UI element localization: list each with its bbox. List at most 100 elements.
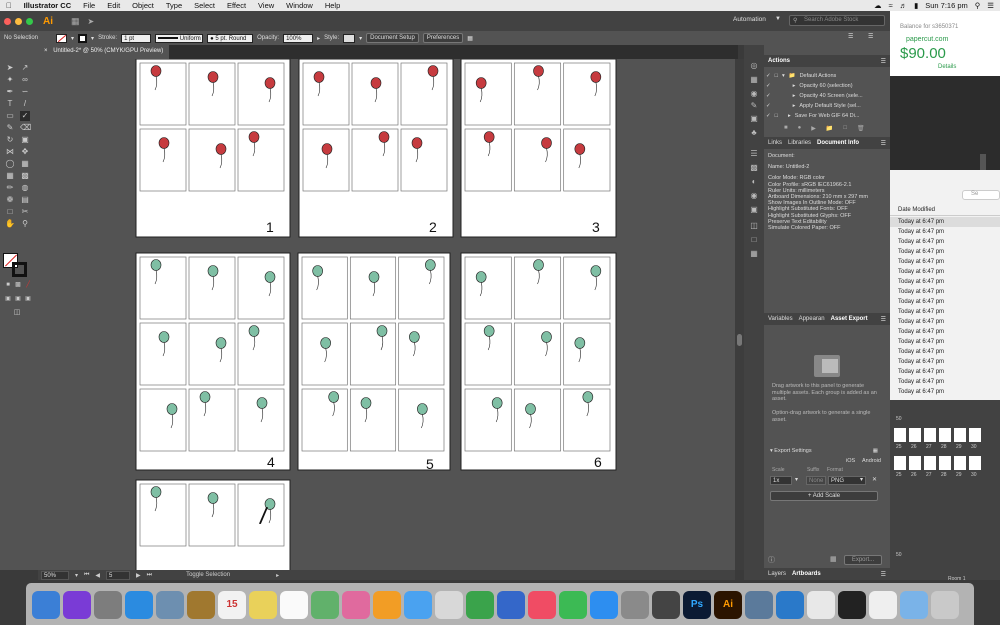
artboard-1[interactable] [135, 59, 291, 238]
none-mode-icon[interactable]: ╱ [23, 280, 33, 290]
chevron-right-icon[interactable]: ▸ [793, 93, 796, 99]
tab-libraries[interactable]: Libraries [788, 140, 811, 146]
finder-row[interactable]: Today at 6:47 pm [890, 357, 1000, 367]
app-menu[interactable]: Illustrator CC [18, 1, 78, 10]
ibooks-icon[interactable] [373, 591, 401, 619]
play-icon[interactable]: ▶ [811, 125, 816, 133]
info-icon[interactable]: ⓘ [768, 555, 775, 565]
panel-menu-icon[interactable]: ☰ [881, 58, 886, 65]
prev-artboard-icon[interactable]: ◀ [95, 572, 100, 579]
preview-icon[interactable] [156, 591, 184, 619]
check-icon[interactable]: ✓ [766, 113, 771, 119]
blend-tool-icon[interactable]: ◍ [20, 183, 30, 193]
menu-effect[interactable]: Effect [221, 1, 252, 10]
finder-row[interactable]: Today at 6:47 pm [890, 217, 1000, 227]
artboard-5[interactable] [297, 252, 451, 471]
action-row[interactable]: ✓ ▸ Opacity 60 (selection) [766, 81, 888, 90]
shape-builder-tool-icon[interactable]: ◯ [5, 159, 15, 169]
minimize-window-icon[interactable] [15, 17, 22, 25]
finder-row[interactable]: Today at 6:47 pm [890, 267, 1000, 277]
screen-icon[interactable] [838, 591, 866, 619]
photoshop-icon[interactable]: Ps [683, 591, 711, 619]
zoom-window-icon[interactable] [26, 17, 33, 25]
chevron-right-icon[interactable]: ▸ [788, 113, 791, 119]
workspace-switcher[interactable]: Automation [733, 16, 766, 23]
artboard-thumbnail[interactable] [939, 456, 951, 470]
chevron-down-icon[interactable]: ▾ [91, 35, 94, 42]
image-trace-icon[interactable]: ◉ [749, 90, 759, 98]
stroke-icon[interactable]: ☰ [749, 150, 759, 158]
check-icon[interactable]: ✓ [766, 103, 771, 109]
chevron-down-icon[interactable]: ▾ [860, 476, 863, 483]
finder-row[interactable]: Today at 6:47 pm [890, 287, 1000, 297]
artboard-thumbnail[interactable] [909, 456, 921, 470]
finder-row[interactable]: Today at 6:47 pm [890, 257, 1000, 267]
finder-row[interactable]: Today at 6:47 pm [890, 387, 1000, 397]
draw-inside-icon[interactable]: ▣ [23, 294, 33, 304]
safari-icon[interactable] [125, 591, 153, 619]
chevron-down-icon[interactable]: ▾ [782, 73, 785, 79]
chevron-right-icon[interactable]: ▸ [793, 103, 796, 109]
remove-scale-icon[interactable]: ✕ [872, 476, 877, 483]
tab-asset-export[interactable]: Asset Export [831, 316, 868, 322]
chevron-right-icon[interactable]: ▸ [317, 35, 320, 42]
menu-list-icon[interactable]: ☰ [987, 1, 994, 10]
stop-icon[interactable]: ■ [784, 125, 788, 133]
artboard-6[interactable] [460, 252, 617, 471]
chevron-down-icon[interactable]: ▾ [71, 35, 74, 42]
calendar-icon[interactable]: 15 [218, 591, 246, 619]
tab-document-info[interactable]: Document Info [817, 140, 859, 146]
artboard-tool-icon[interactable]: □ [5, 207, 15, 217]
delete-icon[interactable]: 🗑 [857, 125, 865, 133]
artboard-number-field[interactable]: 5 [106, 570, 131, 580]
canvas[interactable]: 1 2 3 4 5 6 / [38, 59, 735, 570]
chevron-down-icon[interactable]: ▾ [795, 476, 798, 483]
layers-icon[interactable]: ◫ [749, 222, 759, 230]
transparency-icon[interactable]: ◐ [749, 178, 759, 186]
variable-width-profile[interactable]: Uniform [155, 33, 204, 43]
appearance-icon[interactable]: ◉ [749, 192, 759, 200]
finder-row[interactable]: Today at 6:47 pm [890, 247, 1000, 257]
gradient-icon[interactable]: ▩ [749, 164, 759, 172]
volume-icon[interactable]: ♬ [900, 1, 908, 10]
appstore-icon[interactable] [590, 591, 618, 619]
align-icon[interactable]: ▦ [467, 35, 473, 42]
selection-tool-icon[interactable]: ➤ [5, 63, 15, 73]
dialog-toggle-icon[interactable]: □ [775, 73, 778, 79]
action-row[interactable]: ✓ ▸ Apply Default Style (sel... [766, 101, 888, 110]
search-icon[interactable]: ⚲ [975, 1, 981, 10]
export-button[interactable]: Export... [844, 555, 882, 565]
dialog-toggle-icon[interactable]: □ [775, 113, 778, 119]
panel-menu-icon[interactable]: ☰ [881, 571, 886, 578]
graphic-styles-icon[interactable]: ▣ [749, 206, 759, 214]
creative-cloud-icon[interactable]: ☁ [874, 1, 882, 10]
ios-preset[interactable]: iOS [846, 458, 855, 464]
stroke-swatch[interactable] [78, 33, 88, 43]
artboard-thumbnail[interactable] [894, 456, 906, 470]
stroke-label[interactable]: Stroke: [98, 35, 117, 41]
rotate-tool-icon[interactable]: ↻ [5, 135, 15, 145]
add-scale-button[interactable]: + Add Scale [770, 491, 878, 501]
close-tab-icon[interactable]: × [44, 48, 48, 54]
apple-icon[interactable]:  [0, 1, 18, 10]
finder-row[interactable]: Today at 6:47 pm [890, 237, 1000, 247]
system-preferences-icon[interactable] [621, 591, 649, 619]
money-icon[interactable] [807, 591, 835, 619]
artboard-2[interactable] [298, 59, 454, 238]
textedit-icon[interactable] [435, 591, 463, 619]
new-set-icon[interactable]: 📁 [826, 125, 833, 133]
artboards-icon[interactable]: □ [749, 236, 759, 244]
trash-icon[interactable] [931, 591, 959, 619]
preferences-button[interactable]: Preferences [422, 33, 464, 43]
canvas-vertical-scrollbar[interactable] [735, 59, 744, 570]
artboard-4[interactable] [135, 252, 291, 471]
arrange-documents-icon[interactable]: ▦ [71, 16, 80, 27]
photos-icon[interactable] [342, 591, 370, 619]
paintbrush-tool-icon[interactable]: ✓ [20, 111, 30, 121]
document-tab[interactable]: × Untitled-2* @ 50% (CMYK/GPU Preview) [38, 45, 170, 59]
finder-row[interactable]: Today at 6:47 pm [890, 377, 1000, 387]
wifi-icon[interactable]: ≈ [888, 1, 892, 10]
panel-menu-icon[interactable]: ☰ [881, 140, 886, 147]
artboard-thumbnail[interactable] [939, 428, 951, 442]
shaper-tool-icon[interactable]: ✎ [5, 123, 15, 133]
